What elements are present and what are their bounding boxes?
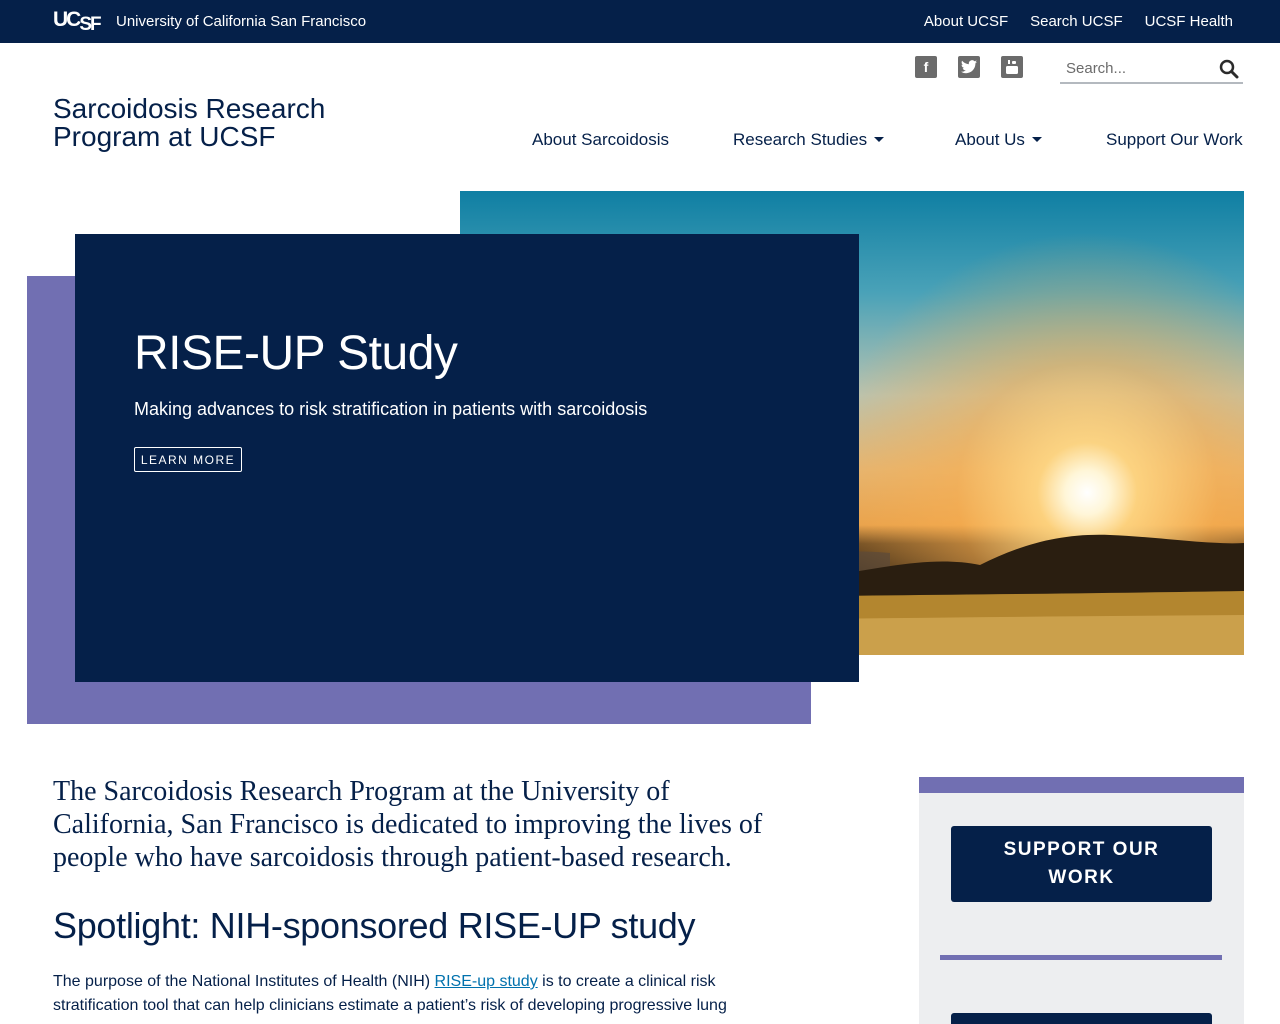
- about-ucsf-link[interactable]: About UCSF: [924, 13, 1008, 30]
- ucsf-logo-sf: SF: [79, 14, 101, 35]
- search-input[interactable]: [1060, 54, 1210, 82]
- caret-down-icon: [1031, 137, 1042, 143]
- ucsf-top-bar: UCSF University of California San Franci…: [0, 0, 1280, 43]
- spotlight-heading: Spotlight: NIH-sponsored RISE-UP study: [53, 905, 696, 946]
- nav-label: Research Studies: [733, 130, 868, 149]
- nav-label: About Sarcoidosis: [532, 130, 670, 149]
- ucsf-health-link[interactable]: UCSF Health: [1145, 13, 1233, 30]
- youtube-glyph: [1006, 60, 1018, 74]
- youtube-icon[interactable]: [1001, 56, 1023, 78]
- ucsf-logo-uc: UC: [53, 8, 81, 31]
- top-links: About UCSF Search UCSF UCSF Health: [924, 13, 1233, 30]
- facebook-icon[interactable]: f: [915, 56, 937, 78]
- sidebar: SUPPORT OUR WORK: [919, 777, 1244, 1024]
- site-title[interactable]: Sarcoidosis Research Program at UCSF: [53, 95, 373, 151]
- nav-research-studies[interactable]: Research Studies: [733, 130, 885, 150]
- site-title-line1: Sarcoidosis Research: [53, 93, 326, 124]
- university-name-link[interactable]: University of California San Francisco: [116, 13, 366, 30]
- hero-title: RISE-UP Study: [134, 327, 458, 380]
- support-our-work-button[interactable]: SUPPORT OUR WORK: [951, 826, 1212, 902]
- sidebar-second-button[interactable]: [951, 1013, 1212, 1024]
- nav-about-sarcoidosis[interactable]: About Sarcoidosis: [532, 130, 669, 150]
- nav-support-our-work[interactable]: Support Our Work: [1106, 130, 1243, 150]
- social-links: f: [915, 56, 1023, 78]
- button-label-line1: SUPPORT OUR: [1003, 839, 1160, 860]
- intro-statement: The Sarcoidosis Research Program at the …: [53, 776, 763, 873]
- sidebar-divider: [940, 955, 1222, 960]
- paragraph-text: The purpose of the National Institutes o…: [53, 973, 435, 990]
- hero-subtitle: Making advances to risk stratification i…: [134, 399, 648, 419]
- ucsf-logo[interactable]: UCSF: [53, 7, 102, 35]
- nav-label: About Us: [955, 130, 1025, 149]
- nav-label: Support Our Work: [1106, 130, 1243, 149]
- button-label-line2: WORK: [1048, 867, 1115, 888]
- learn-more-button[interactable]: LEARN MORE: [134, 447, 242, 472]
- search-icon[interactable]: [1219, 59, 1239, 79]
- main-navigation: About Sarcoidosis Research Studies About…: [532, 130, 1244, 152]
- nav-about-us[interactable]: About Us: [955, 130, 1042, 150]
- search-ucsf-link[interactable]: Search UCSF: [1030, 13, 1123, 30]
- twitter-icon[interactable]: [958, 56, 980, 78]
- twitter-bird-glyph: [961, 60, 977, 74]
- site-title-line2: Program at UCSF: [53, 121, 276, 152]
- hero-card: RISE-UP Study Making advances to risk st…: [75, 234, 859, 682]
- spotlight-paragraph: The purpose of the National Institutes o…: [53, 970, 793, 1018]
- rise-up-study-link[interactable]: RISE-up study: [435, 973, 538, 990]
- search-box: [1060, 54, 1243, 84]
- caret-down-icon: [874, 137, 885, 143]
